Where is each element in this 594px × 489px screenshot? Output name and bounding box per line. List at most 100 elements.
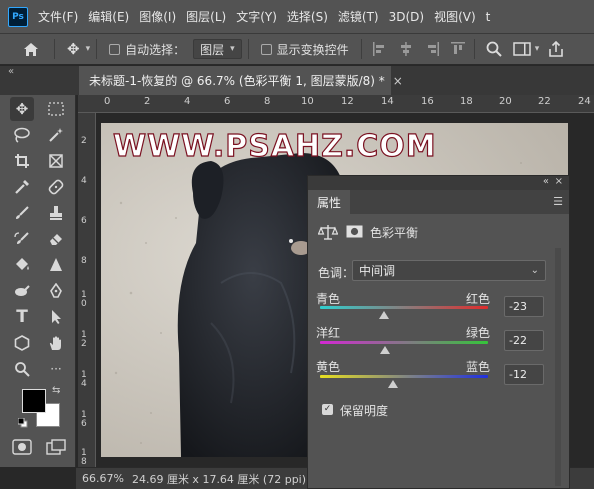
more-tools-icon[interactable]: ···: [44, 357, 68, 381]
close-icon[interactable]: ×: [555, 176, 563, 187]
ruler-label: 4: [81, 176, 87, 186]
healing-brush-icon[interactable]: [44, 175, 68, 199]
document-tab[interactable]: 未标题-1-恢复的 @ 66.7% (色彩平衡 1, 图层蒙版/8) * ×: [79, 66, 403, 95]
chevron-down-icon[interactable]: ▾: [86, 44, 91, 54]
yellow-blue-input[interactable]: -12: [504, 364, 544, 385]
default-colors-icon[interactable]: [17, 417, 28, 428]
tone-value: 中间调: [359, 264, 396, 278]
horizontal-ruler: 0 2 4 6 8 10 12 14 16 18 20 22 24: [78, 95, 594, 113]
zoom-tool-icon[interactable]: [10, 357, 34, 381]
menu-image[interactable]: 图像(I): [139, 8, 176, 25]
yellow-blue-slider[interactable]: [320, 375, 488, 378]
menu-bar: Ps 文件(F) 编辑(E) 图像(I) 图层(L) 文字(Y) 选择(S) 滤…: [0, 0, 594, 33]
ruler-label: 1 0: [81, 290, 87, 309]
swap-colors-icon[interactable]: ⇆: [52, 385, 60, 396]
move-tool-icon[interactable]: ✥: [10, 97, 34, 121]
menu-filter[interactable]: 滤镜(T): [338, 8, 379, 25]
chevron-down-icon[interactable]: ▾: [535, 44, 540, 54]
auto-select-dropdown[interactable]: 图层 ▾: [193, 39, 242, 59]
magenta-green-input[interactable]: -22: [504, 330, 544, 351]
ruler-label: 22: [538, 96, 551, 107]
close-icon[interactable]: ×: [393, 74, 403, 88]
color-balance-icon: [317, 224, 339, 240]
panel-tab-bar: 属性 ☰: [308, 190, 569, 214]
magic-wand-icon[interactable]: [44, 123, 68, 147]
move-tool-icon[interactable]: ✥: [67, 40, 80, 58]
magenta-green-slider-thumb[interactable]: [380, 346, 390, 354]
align-top-icon[interactable]: [450, 41, 466, 57]
history-brush-icon[interactable]: [10, 227, 34, 251]
auto-select-checkbox[interactable]: [109, 43, 121, 55]
magenta-label: 洋红: [316, 326, 341, 340]
chevron-down-icon: ⌄: [530, 265, 539, 276]
tab-properties[interactable]: 属性: [308, 190, 351, 214]
menu-3d[interactable]: 3D(D): [389, 10, 424, 24]
paint-bucket-icon[interactable]: [10, 253, 34, 277]
cyan-red-slider[interactable]: [320, 306, 488, 309]
layer-mask-icon[interactable]: [346, 225, 363, 238]
collapse-panel-icon[interactable]: «: [8, 66, 14, 77]
yellow-blue-slider-thumb[interactable]: [388, 380, 398, 388]
stamp-tool-icon[interactable]: [44, 201, 68, 225]
dodge-tool-icon[interactable]: [10, 279, 34, 303]
hand-tool-icon[interactable]: [44, 331, 68, 355]
vertical-ruler: 2 4 6 8 1 0 1 2 1 4 1 6 1 8: [78, 113, 96, 467]
ruler-label: 1 6: [81, 410, 87, 429]
frame-tool-icon[interactable]: [44, 149, 68, 173]
search-icon[interactable]: [485, 40, 503, 58]
quick-mask-icon[interactable]: [12, 439, 32, 455]
document-tab-row: « 未标题-1-恢复的 @ 66.7% (色彩平衡 1, 图层蒙版/8) * ×: [0, 66, 594, 95]
auto-select-label: 自动选择：: [125, 42, 186, 57]
shape-tool-icon[interactable]: [10, 331, 34, 355]
ruler-label: 12: [341, 96, 354, 107]
menu-type[interactable]: 文字(Y): [236, 8, 277, 25]
cyan-red-input[interactable]: -23: [504, 296, 544, 317]
preserve-luminosity-checkbox[interactable]: ✓: [322, 404, 333, 415]
home-icon[interactable]: [22, 40, 40, 58]
collapse-panel-icon[interactable]: «: [543, 176, 549, 187]
menu-view[interactable]: 视图(V): [434, 8, 476, 25]
blur-tool-icon[interactable]: [44, 253, 68, 277]
ruler-label: 1 2: [81, 330, 87, 349]
marquee-tool-icon[interactable]: [44, 97, 68, 121]
menu-edit[interactable]: 编辑(E): [88, 8, 129, 25]
tools-panel: ✥ T ··· ⇆: [0, 95, 76, 467]
lasso-tool-icon[interactable]: [10, 123, 34, 147]
menu-overflow[interactable]: t: [486, 10, 491, 24]
panel-menu-icon[interactable]: ☰: [553, 195, 563, 208]
align-right-icon[interactable]: [424, 41, 440, 57]
options-bar: ✥ ▾ 自动选择： 图层 ▾ 显示变换控件 ▾: [0, 33, 594, 65]
cyan-label: 青色: [316, 292, 341, 306]
crop-tool-icon[interactable]: [10, 149, 34, 173]
share-icon[interactable]: [547, 40, 565, 58]
magenta-green-slider[interactable]: [320, 341, 488, 344]
pen-tool-icon[interactable]: [44, 279, 68, 303]
align-hcenter-icon[interactable]: [398, 41, 414, 57]
ruler-label: 2: [144, 96, 151, 107]
ruler-label: 20: [499, 96, 512, 107]
ruler-label: 8: [264, 96, 271, 107]
foreground-color-swatch[interactable]: [22, 389, 46, 413]
blue-label: 蓝色: [466, 360, 491, 374]
adjustment-title: 色彩平衡: [370, 226, 419, 240]
panel-scrollbar[interactable]: [555, 248, 561, 486]
align-left-icon[interactable]: [372, 41, 388, 57]
watermark-text: WWW.PSAHZ.COM: [112, 128, 437, 164]
workspace-icon[interactable]: [512, 41, 531, 57]
tone-dropdown[interactable]: 中间调 ⌄: [352, 260, 546, 281]
ruler-label: 1 4: [81, 370, 87, 389]
ruler-label: 6: [224, 96, 231, 107]
cyan-red-slider-thumb[interactable]: [379, 311, 389, 319]
menu-layer[interactable]: 图层(L): [186, 8, 226, 25]
type-tool-icon[interactable]: T: [10, 305, 34, 329]
path-selection-icon[interactable]: [44, 305, 68, 329]
adjustment-header: 色彩平衡: [308, 214, 569, 248]
brush-tool-icon[interactable]: [10, 201, 34, 225]
screen-mode-icon[interactable]: [46, 439, 66, 455]
menu-select[interactable]: 选择(S): [287, 8, 328, 25]
menu-file[interactable]: 文件(F): [38, 8, 78, 25]
zoom-level[interactable]: 66.67%: [82, 472, 124, 485]
eyedropper-icon[interactable]: [10, 175, 34, 199]
show-transform-checkbox[interactable]: [260, 43, 272, 55]
eraser-tool-icon[interactable]: [44, 227, 68, 251]
